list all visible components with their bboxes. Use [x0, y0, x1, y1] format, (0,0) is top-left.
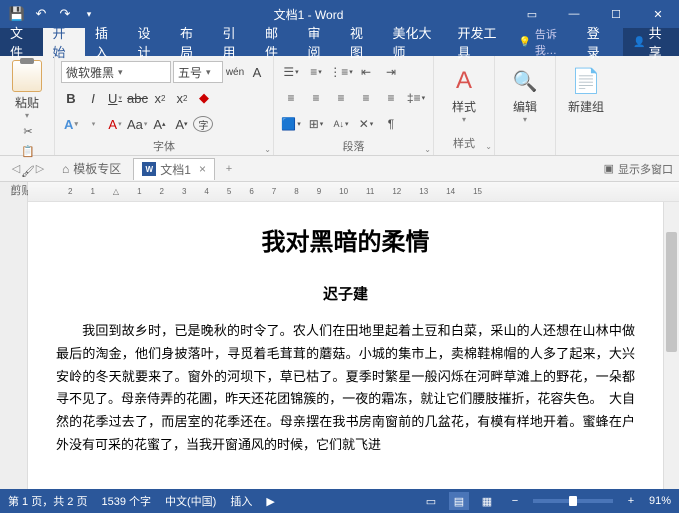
sort-button[interactable]: A↓ [330, 113, 352, 135]
enclose-char-icon[interactable]: 字 [193, 116, 213, 132]
share-button[interactable]: 共享 [623, 28, 679, 56]
font-color-button[interactable]: A [105, 113, 125, 135]
zoom-in-button[interactable]: + [621, 492, 641, 510]
tab-view[interactable]: 视图 [340, 28, 383, 56]
show-multi-window[interactable]: ▣ 显示多窗口 [604, 161, 673, 177]
home-icon: ⌂ [62, 162, 69, 176]
paste-button[interactable]: 粘贴 ▾ [6, 60, 48, 120]
find-icon: 🔍 [513, 64, 538, 98]
tab-beautify[interactable]: 美化大师 [383, 28, 448, 56]
shrink-font-button[interactable]: A▾ [171, 113, 191, 135]
new-group-button[interactable]: 📄 新建组 [562, 60, 610, 119]
font-group-label: 字体 [61, 136, 267, 154]
tab-home[interactable]: 开始 [43, 28, 86, 56]
underline-button[interactable]: U [105, 87, 125, 109]
align-center-button[interactable]: ≡ [305, 87, 327, 109]
asian-layout-button[interactable]: ✕ [355, 113, 377, 135]
status-page[interactable]: 第 1 页，共 2 页 [8, 493, 87, 509]
align-left-button[interactable]: ≡ [280, 87, 302, 109]
zoom-slider-thumb[interactable] [569, 496, 577, 506]
italic-button[interactable]: I [83, 87, 103, 109]
tab-review[interactable]: 审阅 [298, 28, 341, 56]
zoom-slider[interactable] [533, 499, 613, 503]
zoom-level[interactable]: 91% [649, 495, 671, 507]
cut-icon[interactable]: ✂ [18, 122, 38, 140]
bold-button[interactable]: B [61, 87, 81, 109]
distribute-button[interactable]: ≡ [380, 87, 402, 109]
undo-icon[interactable]: ↶ [32, 5, 50, 23]
clear-format-icon[interactable]: ◆ [194, 87, 214, 109]
multi-window-icon: ▣ [604, 162, 614, 175]
doc-title: 我对黑暗的柔情 [56, 222, 635, 257]
doc-body: 我回到故乡时，已是晚秋的时令了。农人们在田地里起着土豆和白菜，采山的人还想在山林… [56, 320, 635, 457]
zoom-out-button[interactable]: − [505, 492, 525, 510]
close-tab-icon[interactable]: × [199, 162, 206, 176]
save-icon[interactable]: 💾 [8, 5, 26, 23]
tell-me-search[interactable]: 告诉我… [512, 26, 576, 58]
paragraph-group-label: 段落 [280, 136, 427, 154]
grow-font-button[interactable]: A▴ [149, 113, 169, 135]
show-marks-button[interactable]: ¶ [380, 113, 402, 135]
web-layout-icon[interactable]: ▦ [477, 492, 497, 510]
paste-label: 粘贴 [15, 94, 39, 111]
subscript-button[interactable]: x2 [150, 87, 170, 109]
nav-forward-button[interactable]: ▷ [30, 159, 50, 179]
bullets-button[interactable]: ☰ [280, 61, 302, 83]
align-right-button[interactable]: ≡ [330, 87, 352, 109]
highlight-button[interactable] [83, 113, 103, 135]
styles-button[interactable]: A 样式 ▾ [440, 60, 488, 128]
phonetic-guide-icon[interactable]: wén [225, 61, 245, 83]
status-wordcount[interactable]: 1539 个字 [101, 493, 151, 509]
styles-group-label: 样式 [440, 133, 488, 151]
numbering-button[interactable]: ≡ [305, 61, 327, 83]
window-title: 文档1 - Word [106, 6, 511, 23]
shading-button[interactable]: 🟦 [280, 113, 302, 135]
horizontal-ruler[interactable]: 21△123456789101112131415 [28, 182, 679, 201]
borders-button[interactable]: ⊞ [305, 113, 327, 135]
superscript-button[interactable]: x2 [172, 87, 192, 109]
tab-developer[interactable]: 开发工具 [447, 28, 512, 56]
tab-layout[interactable]: 布局 [170, 28, 213, 56]
change-case-button[interactable]: Aa [127, 113, 147, 135]
copy-icon[interactable]: 📋 [18, 142, 38, 160]
tab-file[interactable]: 文件 [0, 28, 43, 56]
status-insert-mode[interactable]: 插入 [230, 493, 252, 509]
word-doc-icon: W [142, 162, 156, 176]
vertical-ruler[interactable] [0, 202, 28, 489]
qat-customize-icon[interactable]: ▾ [80, 5, 98, 23]
tab-references[interactable]: 引用 [213, 28, 256, 56]
multilevel-list-button[interactable]: ⋮≡ [330, 61, 352, 83]
decrease-indent-button[interactable]: ⇤ [355, 61, 377, 83]
tab-design[interactable]: 设计 [128, 28, 171, 56]
print-layout-icon[interactable]: ▤ [449, 492, 469, 510]
font-name-combo[interactable]: 微软雅黑 [61, 61, 171, 83]
status-macro-icon[interactable]: ▶ [266, 495, 274, 508]
read-mode-icon[interactable]: ▭ [421, 492, 441, 510]
increase-indent-button[interactable]: ⇥ [380, 61, 402, 83]
tab-insert[interactable]: 插入 [85, 28, 128, 56]
line-spacing-button[interactable]: ‡≡ [405, 87, 427, 109]
redo-icon[interactable]: ↷ [56, 5, 74, 23]
strikethrough-button[interactable]: abc [127, 87, 148, 109]
text-effects-icon[interactable]: A [61, 113, 81, 135]
clipboard-icon [12, 60, 42, 92]
ribbon-options-icon[interactable]: ▭ [511, 0, 553, 28]
document-tab[interactable]: W 文档1 × [133, 158, 215, 180]
new-tab-button[interactable]: + [219, 159, 239, 179]
editing-button[interactable]: 🔍 编辑 ▾ [501, 60, 549, 128]
char-border-icon[interactable]: A [247, 61, 267, 83]
doc-author: 迟子建 [56, 283, 635, 304]
document-page[interactable]: 我对黑暗的柔情 迟子建 我回到故乡时，已是晚秋的时令了。农人们在田地里起着土豆和… [28, 202, 663, 489]
nav-back-button[interactable]: ◁ [6, 159, 26, 179]
template-tab[interactable]: ⌂ 模板专区 [54, 158, 129, 180]
tab-mailings[interactable]: 邮件 [255, 28, 298, 56]
font-size-combo[interactable]: 五号 [173, 61, 223, 83]
status-language[interactable]: 中文(中国) [165, 493, 216, 509]
justify-button[interactable]: ≡ [355, 87, 377, 109]
scroll-thumb[interactable] [666, 232, 677, 352]
styles-icon: A [456, 64, 472, 98]
login-button[interactable]: 登录 [577, 28, 620, 56]
new-group-icon: 📄 [571, 64, 601, 98]
vertical-scrollbar[interactable] [663, 202, 679, 489]
